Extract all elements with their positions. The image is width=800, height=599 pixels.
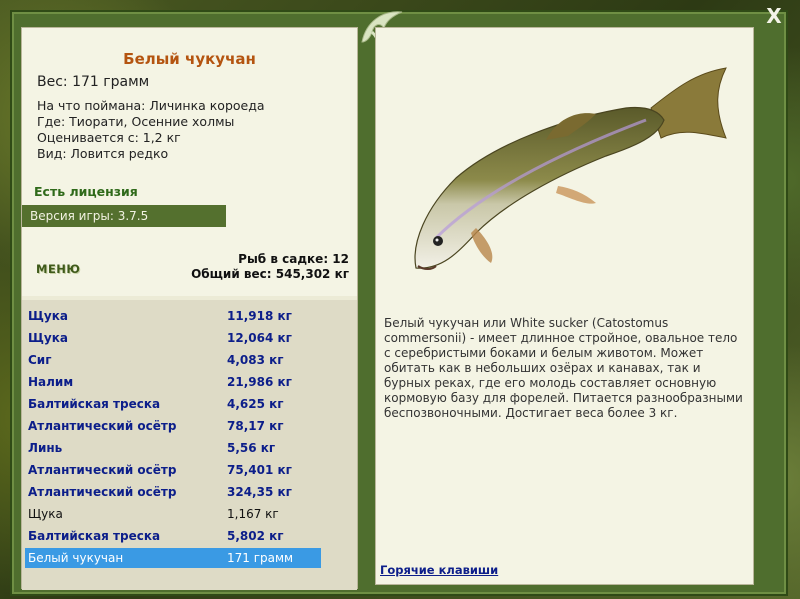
hotkeys-link[interactable]: Горячие клавиши	[380, 563, 498, 577]
fish-kind: Вид: Ловится редко	[37, 146, 169, 161]
catch-fish-name: Балтийская треска	[28, 397, 161, 411]
catch-fish-weight: 12,064 кг	[227, 331, 292, 345]
catch-fish-weight: 4,625 кг	[227, 397, 284, 411]
catch-row[interactable]: Линь 5,56 кг	[25, 438, 321, 458]
catch-fish-name: Атлантический осётр	[28, 463, 177, 477]
catch-fish-weight: 171 грамм	[227, 551, 294, 565]
catch-row[interactable]: Щука 12,064 кг	[25, 328, 321, 348]
cage-stats: Рыб в садке: 12 Общий вес: 545,302 кг	[191, 252, 349, 282]
catch-fish-weight: 11,918 кг	[227, 309, 292, 323]
fish-location: Где: Тиорати, Осенние холмы	[37, 114, 235, 129]
catch-row[interactable]: Щука 11,918 кг	[25, 306, 321, 326]
catch-row[interactable]: Атлантический осётр 75,401 кг	[25, 460, 321, 480]
fish-bait: На что поймана: Личинка короеда	[37, 98, 265, 113]
catch-row[interactable]: Балтийская треска 4,625 кг	[25, 394, 321, 414]
catch-row[interactable]: Сиг 4,083 кг	[25, 350, 321, 370]
fish-details: На что поймана: Личинка короеда Где: Тио…	[37, 98, 265, 162]
catch-fish-weight: 1,167 кг	[227, 507, 279, 521]
fish-info-panel: Белый чукучан Вес: 171 грамм На что пойм…	[21, 27, 358, 590]
catch-fish-name: Щука	[28, 507, 63, 521]
catch-fish-weight: 5,802 кг	[227, 529, 284, 543]
fish-count: Рыб в садке: 12	[238, 252, 349, 266]
catch-fish-weight: 4,083 кг	[227, 353, 284, 367]
catch-fish-name: Атлантический осётр	[28, 485, 177, 499]
menu-button[interactable]: МЕНЮ	[36, 262, 80, 276]
catch-fish-weight: 78,17 кг	[227, 419, 284, 433]
fish-description: Белый чукучан или White sucker (Catostom…	[384, 316, 743, 420]
catch-row[interactable]: Атлантический осётр 78,17 кг	[25, 416, 321, 436]
fish-value: Оценивается с: 1,2 кг	[37, 130, 181, 145]
catch-row[interactable]: Налим 21,986 кг	[25, 372, 321, 392]
catch-fish-weight: 21,986 кг	[227, 375, 292, 389]
catch-fish-name: Налим	[28, 375, 74, 389]
catch-row[interactable]: Балтийская треска 5,802 кг	[25, 526, 321, 546]
catch-row[interactable]: Щука 1,167 кг	[25, 504, 321, 524]
catch-list: Щука 11,918 кг Щука 12,064 кг Сиг 4,083 кг Нал…	[22, 300, 357, 590]
license-status: Есть лицензия	[34, 184, 138, 199]
catch-fish-name: Щука	[28, 331, 68, 345]
catch-fish-weight: 5,56 кг	[227, 441, 276, 455]
fish-image	[414, 67, 727, 270]
catch-fish-name: Атлантический осётр	[28, 419, 177, 433]
game-version: Версия игры: 3.7.5	[22, 205, 226, 227]
fish-info-top: Белый чукучан Вес: 171 грамм На что пойм…	[22, 28, 357, 296]
catch-row[interactable]: Атлантический осётр 324,35 кг	[25, 482, 321, 502]
fish-title: Белый чукучан	[123, 50, 256, 68]
catch-fish-name: Линь	[28, 441, 63, 455]
catch-fish-name: Щука	[28, 309, 68, 323]
catch-fish-name: Белый чукучан	[28, 551, 124, 565]
catch-fish-weight: 324,35 кг	[227, 485, 292, 499]
catch-fish-weight: 75,401 кг	[227, 463, 292, 477]
close-button[interactable]: X	[762, 4, 786, 28]
total-weight: Общий вес: 545,302 кг	[191, 267, 349, 281]
catch-fish-name: Сиг	[28, 353, 52, 367]
fish-description-panel: Белый чукучан или White sucker (Catostom…	[375, 27, 754, 585]
fish-weight: Вес: 171 грамм	[37, 74, 150, 90]
catch-row[interactable]: Белый чукучан 171 грамм	[25, 548, 321, 568]
catch-fish-name: Балтийская треска	[28, 529, 161, 543]
